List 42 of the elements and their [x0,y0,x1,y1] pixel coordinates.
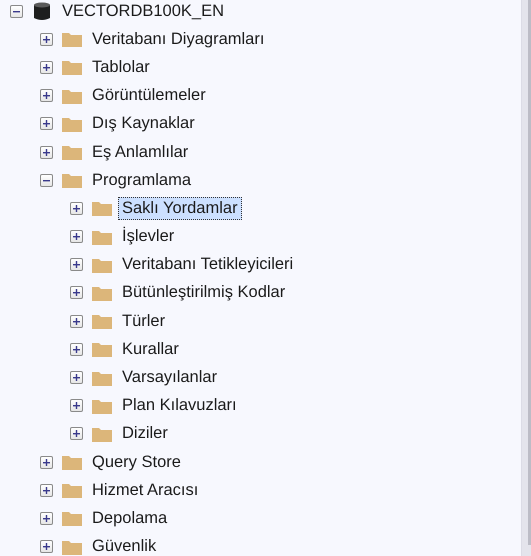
expand-icon[interactable] [40,32,53,46]
tree-item[interactable]: Diziler [118,422,172,446]
tree-item[interactable]: Plan Kılavuzları [118,394,241,418]
expand-icon[interactable] [40,484,53,497]
collapse-icon[interactable] [40,174,53,187]
tree-item[interactable]: VECTORDB100K_EN [58,0,228,23]
expand-icon[interactable] [40,146,53,159]
tree-item[interactable]: Programlama [88,168,196,192]
tree-item[interactable]: Güvenlik [88,535,160,556]
expand-icon[interactable] [70,230,83,244]
expand-icon[interactable] [70,427,83,440]
tree-item[interactable]: Query Store [88,450,185,474]
tree-item[interactable]: Veritabanı Diyagramları [88,28,268,51]
tree-item[interactable]: Hizmet Aracısı [88,478,202,502]
expand-icon[interactable] [70,258,83,272]
expand-icon[interactable] [70,286,83,300]
tree-item[interactable]: Görüntülemeler [88,84,210,108]
collapse-icon[interactable] [10,4,23,18]
tree-item[interactable]: Saklı Yordamlar [118,196,242,220]
expand-icon[interactable] [70,314,83,328]
expand-icon[interactable] [40,89,53,102]
expand-icon[interactable] [70,399,83,412]
tree-item[interactable]: Dış Kaynaklar [88,112,199,136]
database-icon [31,1,53,22]
expand-icon[interactable] [70,202,83,215]
expand-icon[interactable] [40,512,53,525]
expand-icon[interactable] [40,117,53,130]
tree-item[interactable]: İşlevler [118,225,178,248]
expand-icon[interactable] [70,371,83,384]
tree-item[interactable]: Depolama [88,506,172,530]
tree-item[interactable]: Veritabanı Tetikleyicileri [118,253,298,276]
tree-item[interactable]: Eş Anlamlılar [88,140,192,164]
tree-item[interactable]: Türler [118,310,170,333]
expand-icon[interactable] [40,60,53,74]
tree-item[interactable]: Bütünleştirilmiş Kodlar [118,281,290,304]
expand-icon[interactable] [70,342,83,356]
tree-item[interactable]: Kurallar [118,338,183,361]
scrollbar[interactable] [521,0,531,556]
tree-item[interactable]: Tablolar [88,56,154,79]
tree-item[interactable]: Varsayılanlar [118,366,222,390]
expand-icon[interactable] [40,456,53,469]
expand-icon[interactable] [40,540,53,554]
